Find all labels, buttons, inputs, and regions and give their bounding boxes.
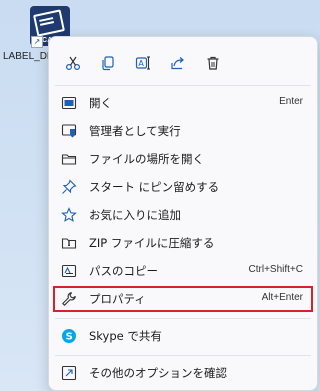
toolbar-divider <box>55 85 311 86</box>
svg-text:S: S <box>66 332 73 343</box>
star-icon <box>61 207 77 223</box>
menu-divider <box>55 318 311 319</box>
svg-text:A: A <box>138 59 144 68</box>
menu-item-show-more-options[interactable]: その他のオプションを確認 <box>53 360 313 386</box>
menu-item-compress-zip[interactable]: ZIP ファイルに圧縮する <box>53 230 313 256</box>
menu-item-share-skype[interactable]: S Skype で共有 <box>53 323 313 349</box>
desktop-icon-label[interactable]: LABEL_DE <box>3 51 54 62</box>
zip-icon <box>61 235 77 251</box>
menu-item-pin-to-start[interactable]: スタート にピン留めする <box>53 174 313 200</box>
copy-path-icon <box>61 263 77 279</box>
cut-icon[interactable] <box>59 49 87 77</box>
card-icon <box>33 9 65 37</box>
shield-icon <box>61 123 77 139</box>
menu-item-open[interactable]: 開く Enter <box>53 90 313 116</box>
menu-item-add-to-favorites[interactable]: お気に入りに追加 <box>53 202 313 228</box>
context-menu: A 開く Enter 管理者として実行 ファイルの場所を開く スタート にピン留… <box>48 36 318 391</box>
menu-item-copy-path[interactable]: パスのコピー Ctrl+Shift+C <box>53 258 313 284</box>
rename-icon[interactable]: A <box>129 49 157 77</box>
pin-icon <box>61 179 77 195</box>
skype-icon: S <box>61 328 77 344</box>
more-options-icon <box>61 365 77 381</box>
copy-icon[interactable] <box>94 49 122 77</box>
delete-icon[interactable] <box>199 49 227 77</box>
wrench-icon <box>61 291 77 307</box>
open-icon <box>61 95 77 111</box>
menu-item-properties[interactable]: プロパティ Alt+Enter <box>53 286 313 312</box>
menu-item-open-file-location[interactable]: ファイルの場所を開く <box>53 146 313 172</box>
menu-item-run-as-admin[interactable]: 管理者として実行 <box>53 118 313 144</box>
shortcut-arrow-icon: ↗ <box>31 36 43 48</box>
menu-divider <box>55 355 311 356</box>
folder-icon <box>61 151 77 167</box>
share-icon[interactable] <box>164 49 192 77</box>
